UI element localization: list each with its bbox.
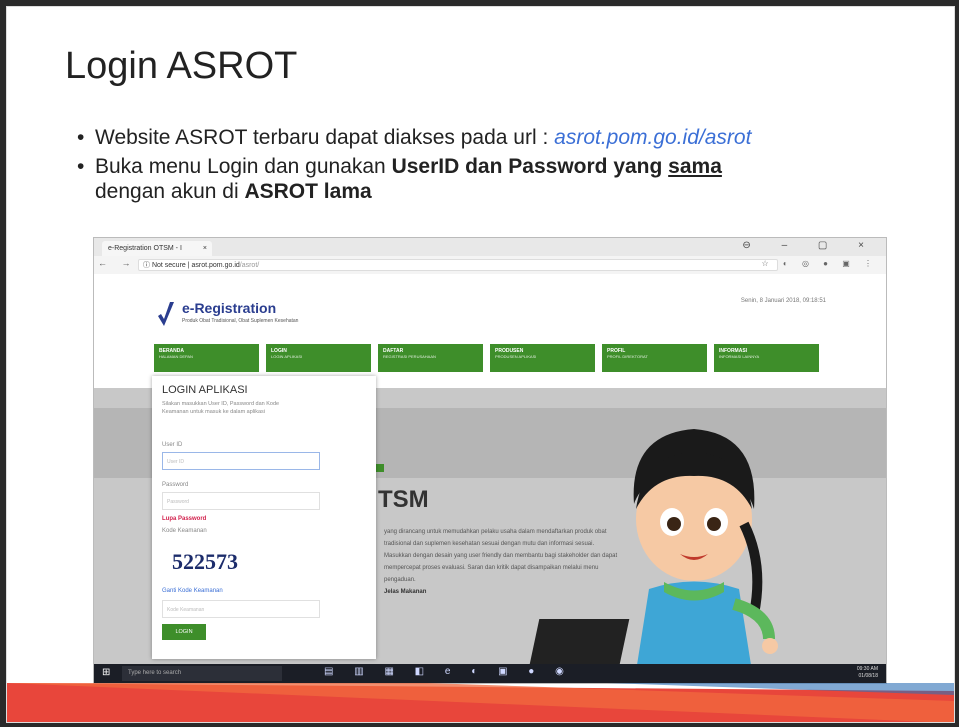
- menu-sublabel: PRODUSEN APLIKASI: [495, 354, 537, 359]
- presentation-slide: Login ASROT Website ASROT terbaru dapat …: [6, 6, 955, 723]
- taskbar-search-input[interactable]: Type here to search: [122, 666, 282, 681]
- login-title: LOGIN APLIKASI: [162, 384, 248, 396]
- bullet-website-text: Website ASROT terbaru dapat diakses pada…: [95, 126, 555, 149]
- menu-sublabel: LOGIN APLIKASI: [271, 354, 303, 359]
- bullet-login-instruction: Buka menu Login dan gunakan UserID dan P…: [77, 154, 897, 204]
- refresh-captcha-link[interactable]: Ganti Kode Keamanan: [162, 588, 223, 594]
- hero-link[interactable]: Jelas Makanan: [384, 589, 426, 595]
- bullet-login-pre: Buka menu Login dan gunakan: [95, 155, 392, 178]
- window-controls[interactable]: ⊖ – ▢ ×: [742, 240, 878, 251]
- site-datetime: Senin, 8 Januari 2018, 09:18:51: [740, 298, 826, 304]
- browser-tab[interactable]: e-Registration OTSM - I ×: [102, 241, 212, 256]
- login-panel: LOGIN APLIKASI Silakan masukkan User ID,…: [152, 376, 376, 659]
- menu-sublabel: INFORMASI LAINNYA: [719, 354, 760, 359]
- browser-tab-bar: e-Registration OTSM - I × ⊖ – ▢ ×: [94, 238, 886, 256]
- bullet-website: Website ASROT terbaru dapat diakses pada…: [77, 125, 897, 150]
- mascot-girl-illustration: [633, 429, 778, 664]
- windows-taskbar: ⊞ Type here to search ▤ ▥ ▦ ◧ e ◐ ▣ ● ◉ …: [94, 664, 886, 683]
- menu-item-profil[interactable]: PROFIL PROFIL DIREKTORAT: [602, 344, 707, 372]
- tab-title: e-Registration OTSM - I: [108, 245, 182, 252]
- captcha-input[interactable]: Kode Keamanan: [162, 600, 320, 618]
- url-input[interactable]: ⓘ Not secure | asrot.pom.go.id/asrot/: [138, 259, 778, 271]
- captcha-image: 522573: [164, 542, 274, 582]
- browser-screenshot: e-Registration OTSM - I × ⊖ – ▢ × ← → C …: [93, 237, 887, 684]
- menu-sublabel: HALAMAN DEPAN: [159, 354, 193, 359]
- menu-item-informasi[interactable]: INFORMASI INFORMASI LAINNYA: [714, 344, 819, 372]
- hero-badge: [376, 464, 384, 472]
- captcha-label: Kode Keamanan: [162, 528, 207, 534]
- hero-paragraph: yang dirancang untuk memudahkan pelaku u…: [384, 529, 618, 583]
- site-subtitle: Produk Obat Tradisional, Obat Suplemen K…: [182, 318, 299, 324]
- password-label: Password: [162, 482, 189, 488]
- web-page: e-Registration Produk Obat Tradisional, …: [94, 274, 886, 664]
- slide-title: Login ASROT: [65, 45, 298, 87]
- forgot-password-link[interactable]: Lupa Password: [162, 516, 206, 522]
- bullet-login-bold: UserID dan Password yang: [391, 155, 669, 178]
- tray-time: 09:30 AM: [856, 666, 878, 672]
- address-bar: ← → C ⓘ Not secure | asrot.pom.go.id/asr…: [94, 256, 886, 275]
- menu-sublabel: REGISTRASI PERUSAHAAN: [383, 354, 436, 359]
- userid-input[interactable]: User ID: [162, 452, 320, 470]
- extension-icons[interactable]: ☆ ◐ ◎ ● ▣ ⋮: [762, 259, 879, 268]
- site-title: e-Registration: [182, 300, 277, 316]
- menu-item-login[interactable]: LOGIN LOGIN APLIKASI: [266, 344, 371, 372]
- checkmark-logo-icon: [158, 302, 174, 326]
- bullet-login-line2: dengan akun di: [95, 180, 245, 203]
- userid-label: User ID: [162, 442, 183, 448]
- windows-start-icon[interactable]: ⊞: [102, 667, 110, 678]
- password-input[interactable]: Password: [162, 492, 320, 510]
- login-description: Silakan masukkan User ID, Password dan K…: [162, 401, 280, 415]
- website-url-link[interactable]: asrot.pom.go.id/asrot: [554, 126, 751, 149]
- taskbar-app-icons[interactable]: ▤ ▥ ▦ ◧ e ◐ ▣ ● ◉: [324, 666, 573, 677]
- security-indicator[interactable]: ⓘ Not secure: [143, 262, 186, 269]
- url-path: /asrot/: [239, 262, 260, 269]
- bullet-list: Website ASROT terbaru dapat diakses pada…: [77, 125, 897, 208]
- login-button[interactable]: LOGIN: [162, 624, 206, 640]
- main-menu: BERANDA HALAMAN DEPAN LOGIN LOGIN APLIKA…: [154, 344, 819, 372]
- bullet-login-underline: sama: [668, 155, 722, 178]
- close-tab-icon[interactable]: ×: [203, 241, 207, 256]
- bullet-login-line2-bold: ASROT lama: [244, 180, 372, 203]
- menu-item-beranda[interactable]: BERANDA HALAMAN DEPAN: [154, 344, 259, 372]
- hero-heading: TSM: [378, 486, 429, 513]
- menu-item-daftar[interactable]: DAFTAR REGISTRASI PERUSAHAAN: [378, 344, 483, 372]
- url-host: asrot.pom.go.id: [191, 262, 240, 269]
- tray-date: 01/08/18: [858, 673, 878, 679]
- system-tray-clock[interactable]: 09:30 AM 01/08/18: [857, 666, 878, 680]
- slide-footer-decoration: [7, 683, 954, 722]
- hero-text: yang dirancang untuk memudahkan pelaku u…: [384, 526, 620, 598]
- menu-sublabel: PROFIL DIREKTORAT: [607, 354, 648, 359]
- menu-item-produsen[interactable]: PRODUSEN PRODUSEN APLIKASI: [490, 344, 595, 372]
